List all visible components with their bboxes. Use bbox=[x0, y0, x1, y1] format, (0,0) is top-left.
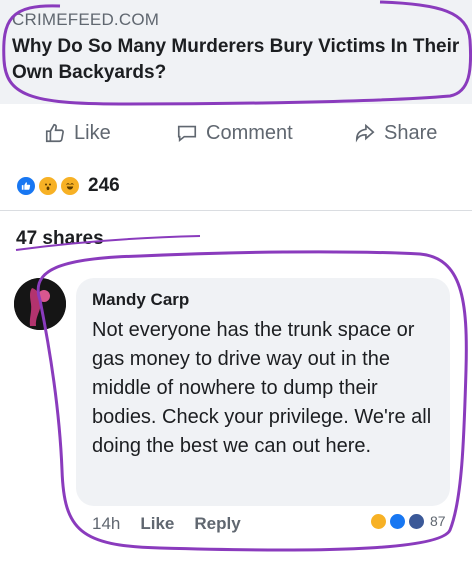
like-icon bbox=[389, 512, 406, 530]
link-preview-card[interactable]: CRIMEFEED.COM Why Do So Many Murderers B… bbox=[0, 0, 472, 104]
comment-text: Not everyone has the trunk space or gas … bbox=[92, 319, 432, 457]
reaction-count: 246 bbox=[88, 175, 120, 196]
shares-count[interactable]: 47 shares bbox=[16, 228, 104, 250]
wow-icon bbox=[38, 176, 58, 196]
share-icon bbox=[354, 122, 376, 144]
divider bbox=[0, 210, 472, 211]
thumbs-up-icon bbox=[44, 122, 66, 144]
haha-icon bbox=[60, 176, 80, 196]
comment-button[interactable]: Comment bbox=[176, 114, 293, 152]
comment-icon bbox=[176, 122, 198, 144]
share-button[interactable]: Share bbox=[354, 114, 437, 152]
comment-like-button[interactable]: Like bbox=[140, 514, 174, 534]
share-label: Share bbox=[384, 121, 438, 144]
like-icon bbox=[16, 176, 36, 196]
comment-bubble: Mandy Carp Not everyone has the trunk sp… bbox=[76, 278, 450, 506]
like-label: Like bbox=[74, 121, 111, 144]
comment-reply-button[interactable]: Reply bbox=[194, 514, 240, 534]
reactions-summary[interactable]: 246 bbox=[16, 174, 120, 198]
haha-icon bbox=[370, 512, 387, 530]
post-actions-bar: Like Comment Share bbox=[0, 114, 472, 152]
link-title[interactable]: Why Do So Many Murderers Bury Victims In… bbox=[12, 34, 464, 86]
comment-label: Comment bbox=[206, 121, 293, 144]
comment-reaction-count: 87 bbox=[430, 513, 446, 529]
love-icon bbox=[408, 512, 425, 530]
comment-meta: 14h Like Reply bbox=[92, 512, 241, 536]
like-button[interactable]: Like bbox=[44, 114, 111, 152]
comment-author[interactable]: Mandy Carp bbox=[92, 290, 189, 310]
avatar[interactable] bbox=[14, 278, 66, 330]
comment-time[interactable]: 14h bbox=[92, 514, 120, 534]
link-domain: CRIMEFEED.COM bbox=[12, 10, 160, 29]
comment-reactions[interactable]: 87 bbox=[370, 510, 446, 532]
